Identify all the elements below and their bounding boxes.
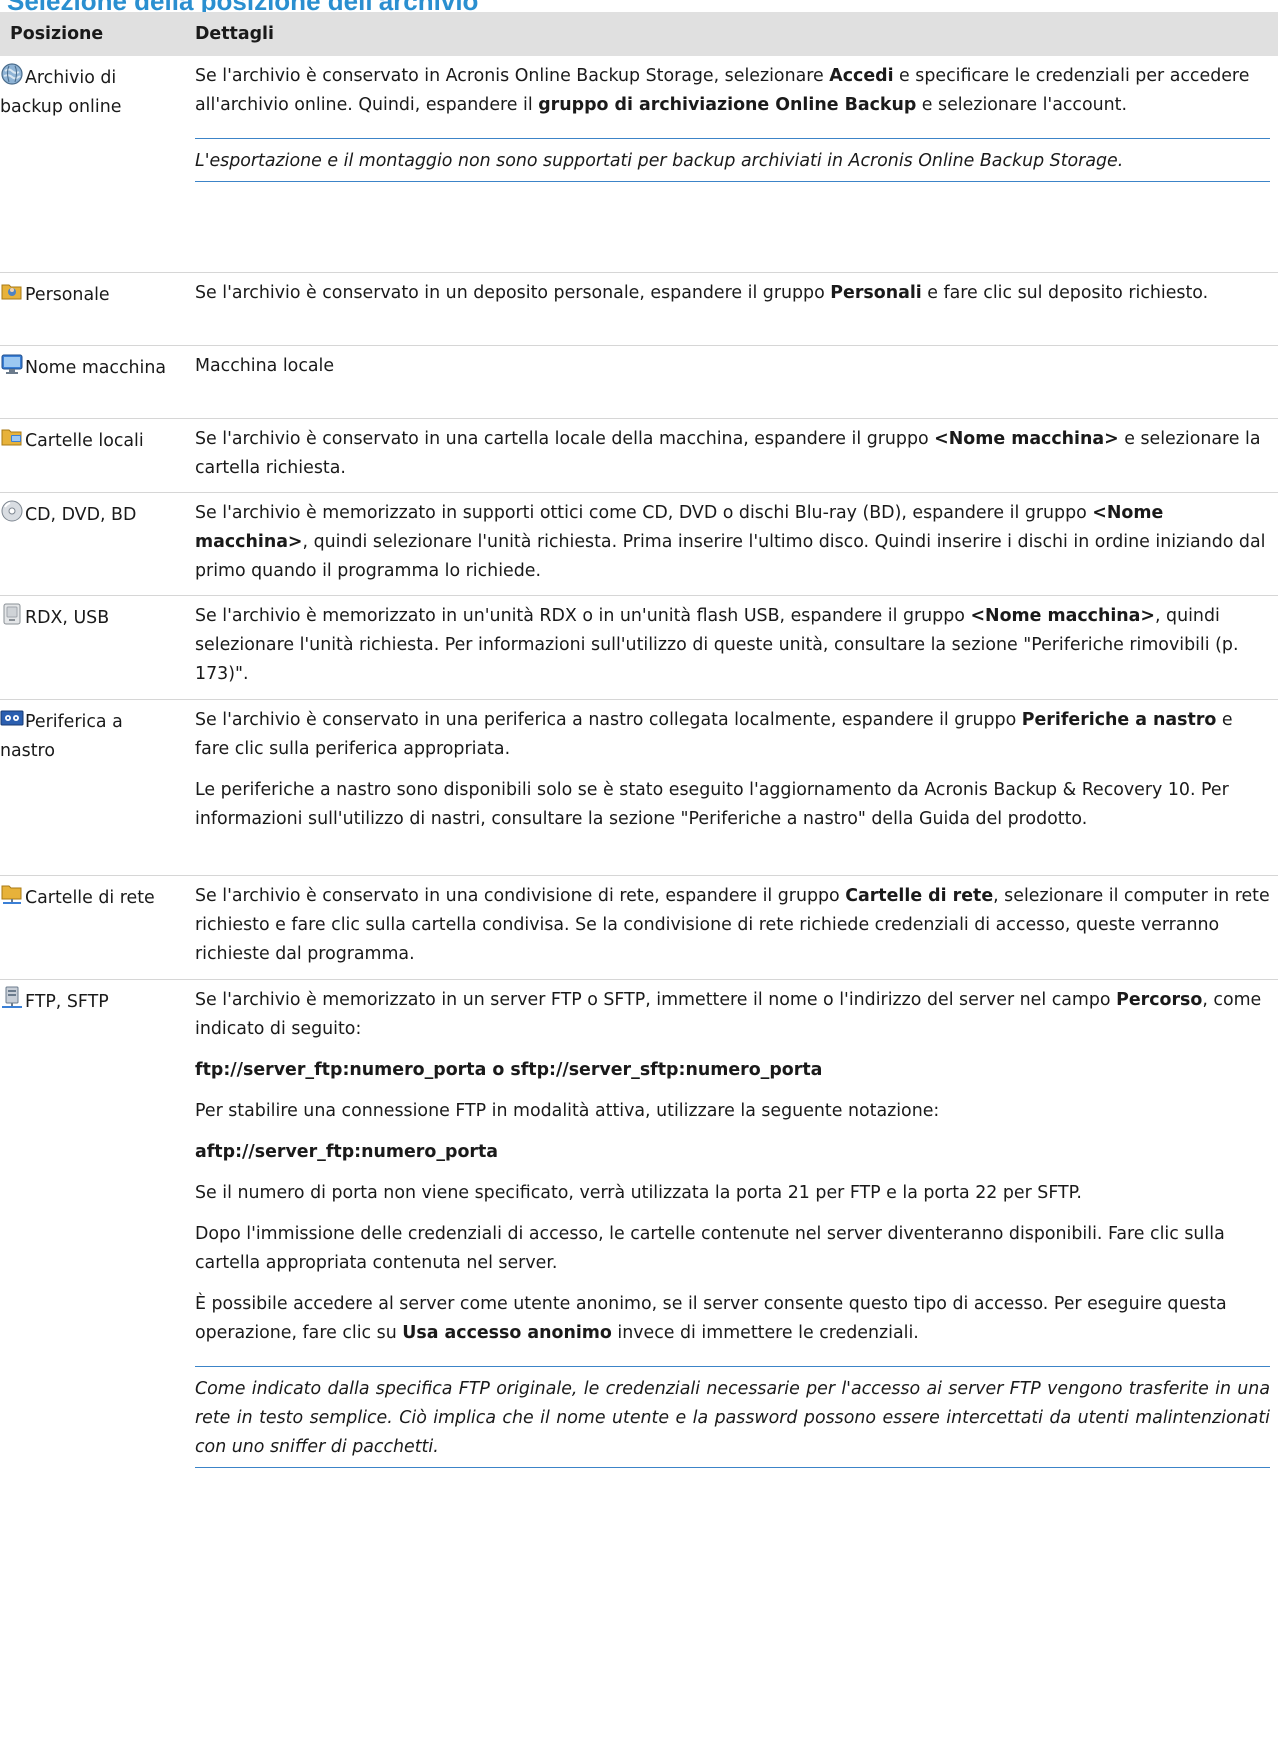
location-cell-online[interactable]: Archivio di backup online bbox=[0, 56, 183, 273]
computer-icon bbox=[0, 352, 24, 376]
aftp-syntax: aftp://server_ftp:numero_porta bbox=[195, 1141, 499, 1162]
details-text: Se l'archivio è conservato in una cartel… bbox=[195, 428, 1261, 478]
details-text: Se l'archivio è memorizzato in supporti … bbox=[195, 502, 1266, 581]
details-cell: Se l'archivio è memorizzato in supporti … bbox=[183, 492, 1278, 596]
location-label: CD, DVD, BD bbox=[25, 504, 137, 525]
header-position: Posizione bbox=[0, 12, 183, 56]
table-row: FTP, SFTP Se l'archivio è memorizzato in… bbox=[0, 979, 1278, 1477]
ftp-syntax: ftp://server_ftp:numero_porta o sftp://s… bbox=[195, 1059, 823, 1080]
removable-drive-icon bbox=[0, 602, 24, 626]
table-row: Cartelle locali Se l'archivio è conserva… bbox=[0, 418, 1278, 493]
table-row: Personale Se l'archivio è conservato in … bbox=[0, 272, 1278, 346]
details-text: Se il numero di porta non viene specific… bbox=[195, 1182, 1082, 1203]
details-text: Se l'archivio è memorizzato in un server… bbox=[195, 989, 1262, 1039]
details-cell: Se l'archivio è conservato in una cartel… bbox=[183, 418, 1278, 493]
network-folder-icon bbox=[0, 882, 24, 906]
globe-icon bbox=[0, 62, 24, 86]
location-cell-local-folders[interactable]: Cartelle locali bbox=[0, 418, 183, 493]
details-text: Se l'archivio è conservato in Acronis On… bbox=[195, 66, 1250, 115]
details-cell: Se l'archivio è conservato in una condiv… bbox=[183, 875, 1278, 980]
details-cell: Macchina locale bbox=[183, 345, 1278, 419]
location-label: FTP, SFTP bbox=[25, 991, 109, 1012]
location-label: Personale bbox=[25, 284, 110, 305]
note-text: Come indicato dalla specifica FTP origin… bbox=[195, 1365, 1270, 1468]
details-cell: Se l'archivio è memorizzato in un server… bbox=[183, 979, 1278, 1477]
details-text: Se l'archivio è conservato in una condiv… bbox=[195, 885, 1270, 964]
details-text: Se l'archivio è memorizzato in un'unità … bbox=[195, 605, 1239, 684]
details-text: Dopo l'immissione delle credenziali di a… bbox=[195, 1223, 1225, 1273]
table-row: Archivio di backup online Se l'archivio … bbox=[0, 56, 1278, 273]
location-table: Posizione Dettagli Archivio di backup on… bbox=[0, 12, 1278, 1477]
table-row: Nome macchina Macchina locale bbox=[0, 345, 1278, 419]
optical-disc-icon bbox=[0, 499, 24, 523]
header-details: Dettagli bbox=[183, 12, 1278, 56]
details-cell: Se l'archivio è conservato in un deposit… bbox=[183, 272, 1278, 346]
location-cell-ftp[interactable]: FTP, SFTP bbox=[0, 979, 183, 1477]
details-cell: Se l'archivio è conservato in una perife… bbox=[183, 699, 1278, 876]
location-label: Cartelle di rete bbox=[25, 887, 155, 908]
location-cell-network-folders[interactable]: Cartelle di rete bbox=[0, 875, 183, 980]
table-row: RDX, USB Se l'archivio è memorizzato in … bbox=[0, 595, 1278, 700]
location-cell-machine[interactable]: Nome macchina bbox=[0, 345, 183, 419]
details-cell: Se l'archivio è memorizzato in un'unità … bbox=[183, 595, 1278, 700]
location-label: Nome macchina bbox=[25, 357, 167, 378]
details-text: È possibile accedere al server come uten… bbox=[195, 1293, 1227, 1343]
details-text: Le periferiche a nastro sono disponibili… bbox=[195, 779, 1229, 829]
location-cell-tape[interactable]: Periferica a nastro bbox=[0, 699, 183, 876]
note-text: L'esportazione e il montaggio non sono s… bbox=[195, 138, 1270, 182]
table-row: Cartelle di rete Se l'archivio è conserv… bbox=[0, 875, 1278, 980]
details-text: Macchina locale bbox=[195, 355, 335, 376]
location-cell-optical[interactable]: CD, DVD, BD bbox=[0, 492, 183, 596]
details-text: Se l'archivio è conservato in una perife… bbox=[195, 709, 1233, 759]
table-row: CD, DVD, BD Se l'archivio è memorizzato … bbox=[0, 492, 1278, 596]
table-row: Periferica a nastro Se l'archivio è cons… bbox=[0, 699, 1278, 876]
ftp-server-icon bbox=[0, 986, 24, 1010]
details-text: Se l'archivio è conservato in un deposit… bbox=[195, 282, 1209, 303]
tape-device-icon bbox=[0, 706, 24, 730]
personal-vault-icon bbox=[0, 279, 24, 303]
details-cell: Se l'archivio è conservato in Acronis On… bbox=[183, 56, 1278, 273]
location-label: Cartelle locali bbox=[25, 430, 144, 451]
details-text: Per stabilire una connessione FTP in mod… bbox=[195, 1100, 940, 1121]
table-header-row: Posizione Dettagli bbox=[0, 12, 1278, 56]
location-label: RDX, USB bbox=[25, 607, 110, 628]
location-cell-personal[interactable]: Personale bbox=[0, 272, 183, 346]
location-cell-removable[interactable]: RDX, USB bbox=[0, 595, 183, 700]
local-folder-icon bbox=[0, 425, 24, 449]
